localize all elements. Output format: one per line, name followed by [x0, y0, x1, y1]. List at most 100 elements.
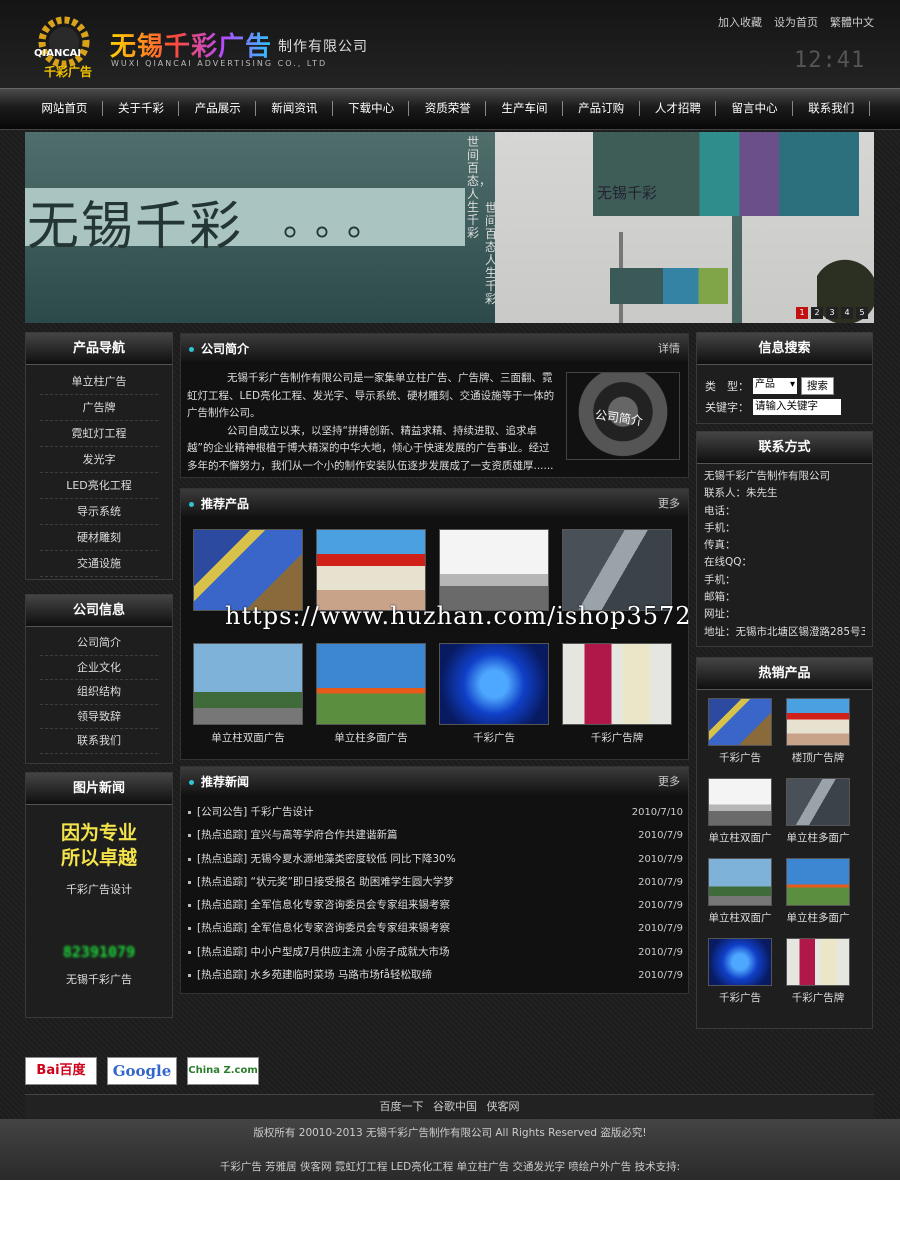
hot-product-caption[interactable]: 千彩广告	[707, 986, 773, 1016]
nav-workshop[interactable]: 生产车间	[486, 89, 563, 129]
slide-dot-5[interactable]: 5	[856, 307, 868, 319]
hot-product-caption[interactable]: 楼顶广告牌	[785, 746, 851, 776]
hot-product-image[interactable]	[708, 858, 772, 906]
product-nav-item[interactable]: 霓虹灯工程	[40, 421, 158, 447]
company-info-item[interactable]: 领导致辞	[40, 705, 158, 730]
keyword-input[interactable]: 请输入关键字	[753, 398, 841, 415]
type-select[interactable]: 产品	[753, 377, 797, 394]
product-caption[interactable]: 单立柱双面广告	[193, 725, 303, 751]
recommend-products-more-link[interactable]: 更多	[658, 489, 680, 519]
footer-link-xiake[interactable]: 侠客网	[487, 1100, 520, 1113]
product-caption[interactable]: 单立柱多面广告	[316, 725, 426, 751]
slide-dot-3[interactable]: 3	[826, 307, 838, 319]
nav-jobs[interactable]: 人才招聘	[640, 89, 717, 129]
product-caption[interactable]	[193, 611, 303, 637]
hot-product-caption[interactable]: 千彩广告牌	[785, 986, 851, 1016]
hot-product-image[interactable]	[786, 858, 850, 906]
news-title[interactable]: [热点追踪] 中小户型成7月供应主流 小房子成就大市场	[197, 946, 450, 958]
hot-product-caption[interactable]: 千彩广告	[707, 746, 773, 776]
company-info-item[interactable]: 公司简介	[40, 631, 158, 656]
product-card[interactable]: 千彩广告	[439, 643, 549, 751]
hot-product-image[interactable]	[786, 938, 850, 986]
product-nav-item[interactable]: 发光字	[40, 447, 158, 473]
product-image[interactable]	[193, 529, 303, 611]
hot-product-caption[interactable]: 单立柱多面广	[785, 906, 851, 936]
product-caption[interactable]: 千彩广告	[439, 725, 549, 751]
product-image[interactable]	[439, 529, 549, 611]
product-caption[interactable]	[562, 611, 672, 637]
product-card[interactable]	[562, 529, 672, 637]
news-item[interactable]: [热点追踪] 全军信息化专家咨询委员会专家组来锡考察 2010/7/9	[187, 894, 683, 917]
news-title[interactable]: [热点追踪] 无锡今夏水源地藻类密度较低 同比下降30%	[197, 853, 456, 865]
nav-home[interactable]: 网站首页	[26, 89, 103, 129]
product-card[interactable]	[193, 529, 303, 637]
hot-product-image[interactable]	[708, 778, 772, 826]
slide-dot-1[interactable]: 1	[796, 307, 808, 319]
hot-product-image[interactable]	[708, 698, 772, 746]
nav-news[interactable]: 新闻资讯	[256, 89, 333, 129]
news-title[interactable]: [公司公告] 千彩广告设计	[197, 806, 314, 818]
slide-dot-2[interactable]: 2	[811, 307, 823, 319]
product-card[interactable]: 千彩广告牌	[562, 643, 672, 751]
product-image[interactable]	[316, 529, 426, 611]
product-image[interactable]	[562, 643, 672, 725]
hot-product-caption[interactable]: 单立柱双面广	[707, 906, 773, 936]
product-card[interactable]	[439, 529, 549, 637]
nav-messages[interactable]: 留言中心	[716, 89, 793, 129]
footer-link-google[interactable]: 谷歌中国	[433, 1100, 477, 1113]
hot-product-image[interactable]	[708, 938, 772, 986]
product-caption[interactable]	[439, 611, 549, 637]
product-image[interactable]	[439, 643, 549, 725]
footer-link-baidu[interactable]: 百度一下	[380, 1100, 424, 1113]
nav-download[interactable]: 下载中心	[333, 89, 410, 129]
nav-contact[interactable]: 联系我们	[793, 89, 870, 129]
hot-product-image[interactable]	[786, 698, 850, 746]
product-nav-item[interactable]: 硬材雕刻	[40, 525, 158, 551]
company-info-item[interactable]: 联系我们	[40, 729, 158, 754]
product-image[interactable]	[193, 643, 303, 725]
hot-product-caption[interactable]: 单立柱多面广	[785, 826, 851, 856]
hot-product-card[interactable]: 楼顶广告牌	[785, 698, 851, 776]
product-caption[interactable]: 千彩广告牌	[562, 725, 672, 751]
news-title[interactable]: [热点追踪] 全军信息化专家咨询委员会专家组来锡考察	[197, 922, 450, 934]
news-title[interactable]: [热点追踪] 宜兴与高等学府合作共建谐新篇	[197, 829, 398, 841]
product-caption[interactable]	[316, 611, 426, 637]
news-item[interactable]: [热点追踪] 中小户型成7月供应主流 小房子成就大市场 2010/7/9	[187, 941, 683, 964]
product-card[interactable]	[316, 529, 426, 637]
search-button[interactable]: 搜索	[801, 376, 834, 395]
product-nav-item[interactable]: 导示系统	[40, 499, 158, 525]
about-more-link[interactable]: 详情	[658, 334, 680, 364]
add-favorite-link[interactable]: 加入收藏	[718, 14, 762, 30]
news-item[interactable]: [热点追踪] 水乡苑建临时菜场 马路市场få轻松取缔 2010/7/9	[187, 964, 683, 987]
nav-honors[interactable]: 资质荣誉	[409, 89, 486, 129]
nav-order[interactable]: 产品订购	[563, 89, 640, 129]
news-title[interactable]: [热点追踪] 全军信息化专家咨询委员会专家组来锡考察	[197, 899, 450, 911]
product-card[interactable]: 单立柱多面广告	[316, 643, 426, 751]
nav-about[interactable]: 关于千彩	[103, 89, 180, 129]
hot-product-card[interactable]: 千彩广告	[707, 938, 773, 1016]
product-nav-item[interactable]: LED亮化工程	[40, 473, 158, 499]
news-item[interactable]: [热点追踪] 全军信息化专家咨询委员会专家组来锡考察 2010/7/9	[187, 917, 683, 940]
set-homepage-link[interactable]: 设为首页	[774, 14, 818, 30]
hot-product-card[interactable]: 单立柱双面广	[707, 778, 773, 856]
news-item[interactable]: [公司公告] 千彩广告设计 2010/7/10	[187, 801, 683, 824]
picture-news-slogan[interactable]: 因为专业 所以卓越	[49, 821, 149, 871]
google-logo-link[interactable]: Google	[107, 1057, 177, 1085]
product-nav-item[interactable]: 交通设施	[40, 551, 158, 577]
news-title[interactable]: [热点追踪] 水乡苑建临时菜场 马路市场få轻松取缔	[197, 969, 432, 981]
product-image[interactable]	[562, 529, 672, 611]
hot-product-card[interactable]: 单立柱双面广	[707, 858, 773, 936]
nav-products[interactable]: 产品展示	[179, 89, 256, 129]
hot-product-card[interactable]: 单立柱多面广	[785, 778, 851, 856]
product-image[interactable]	[316, 643, 426, 725]
news-item[interactable]: [热点追踪] 无锡今夏水源地藻类密度较低 同比下降30% 2010/7/9	[187, 848, 683, 871]
company-info-item[interactable]: 组织结构	[40, 680, 158, 705]
traditional-chinese-link[interactable]: 繁體中文	[830, 14, 874, 30]
hot-product-card[interactable]: 单立柱多面广	[785, 858, 851, 936]
hot-product-image[interactable]	[786, 778, 850, 826]
news-title[interactable]: [热点追踪] “状元奖”即日接受报名 助困难学生圆大学梦	[197, 876, 454, 888]
product-nav-item[interactable]: 广告牌	[40, 395, 158, 421]
news-item[interactable]: [热点追踪] 宜兴与高等学府合作共建谐新篇 2010/7/9	[187, 824, 683, 847]
chinaz-logo-link[interactable]: China Z.com	[187, 1057, 259, 1085]
product-card[interactable]: 单立柱双面广告	[193, 643, 303, 751]
